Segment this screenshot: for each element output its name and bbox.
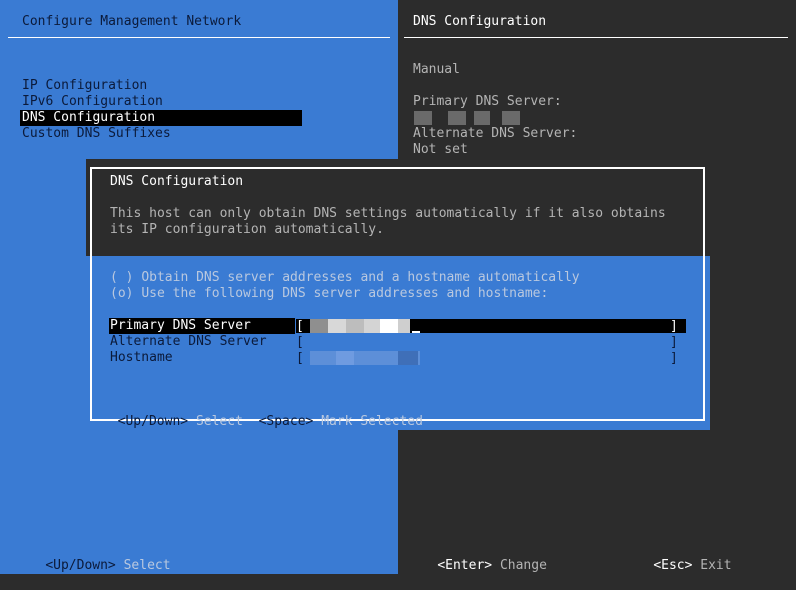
hostname-field-label: Hostname (110, 350, 173, 365)
right-footer-enter: <Enter> Change (406, 542, 547, 590)
primary-dns-open-bracket: [ (296, 319, 304, 334)
primary-dns-input[interactable]: [ ] (296, 319, 686, 334)
option-use-following-label: Use the following DNS server addresses a… (141, 286, 549, 301)
dialog-title: DNS Configuration (110, 174, 244, 189)
alternate-dns-field-label: Alternate DNS Server (110, 334, 267, 349)
dialog-footer-updown-key: <Up/Down> (117, 414, 189, 429)
alternate-dns-close-bracket: ] (670, 335, 678, 350)
footer-change-action: Change (499, 558, 547, 573)
dialog-footer-space-key: <Space> (258, 414, 314, 429)
option-obtain-automatically[interactable]: ( ) Obtain DNS server addresses and a ho… (110, 270, 580, 286)
right-pane-title: DNS Configuration (413, 14, 547, 29)
menu-item-ip-configuration[interactable]: IP Configuration (22, 78, 302, 94)
footer-select-action: Select (123, 558, 171, 573)
text-cursor (412, 331, 420, 333)
option-use-following[interactable]: (o) Use the following DNS server address… (110, 286, 548, 302)
menu-item-dns-configuration[interactable]: DNS Configuration (20, 110, 302, 126)
alternate-dns-value: Not set (413, 142, 468, 157)
radio-unselected[interactable]: ( ) (110, 270, 133, 285)
dialog-footer-select-action: Select (195, 414, 243, 429)
primary-dns-field-label: Primary DNS Server (110, 318, 251, 333)
radio-selected[interactable]: (o) (110, 286, 133, 301)
alternate-dns-input[interactable]: [ ] (296, 335, 686, 350)
right-footer-esc: <Esc> Exit (622, 542, 732, 590)
alternate-dns-label: Alternate DNS Server: (413, 126, 578, 141)
left-footer: <Up/Down> Select (14, 542, 171, 590)
footer-enter-key: <Enter> (437, 558, 493, 573)
left-title-divider (8, 37, 390, 38)
dialog-description-line-2: its IP configuration automatically. (110, 222, 384, 237)
dialog-footer-mark-action: Mark Selected (321, 414, 423, 429)
primary-dns-close-bracket: ] (670, 319, 678, 334)
dns-mode-value: Manual (413, 62, 460, 77)
hostname-input[interactable]: [ ] (296, 351, 686, 366)
option-obtain-automatically-label: Obtain DNS server addresses and a hostna… (141, 270, 580, 285)
menu-item-ipv6-configuration[interactable]: IPv6 Configuration (22, 94, 302, 110)
alternate-dns-open-bracket: [ (296, 335, 304, 350)
primary-dns-value-redacted (414, 111, 522, 125)
primary-dns-label: Primary DNS Server: (413, 94, 562, 109)
right-title-divider (404, 37, 788, 38)
hostname-open-bracket: [ (296, 351, 304, 366)
hostname-close-bracket: ] (670, 351, 678, 366)
footer-exit-action: Exit (700, 558, 732, 573)
footer-updown-key: <Up/Down> (45, 558, 116, 573)
dialog-footer: <Up/Down> Select <Space> Mark Selected (102, 398, 423, 430)
left-pane-title: Configure Management Network (22, 14, 242, 29)
dialog-description-line-1: This host can only obtain DNS settings a… (110, 206, 666, 221)
footer-esc-key: <Esc> (653, 558, 693, 573)
menu-item-custom-dns-suffixes[interactable]: Custom DNS Suffixes (22, 126, 302, 142)
